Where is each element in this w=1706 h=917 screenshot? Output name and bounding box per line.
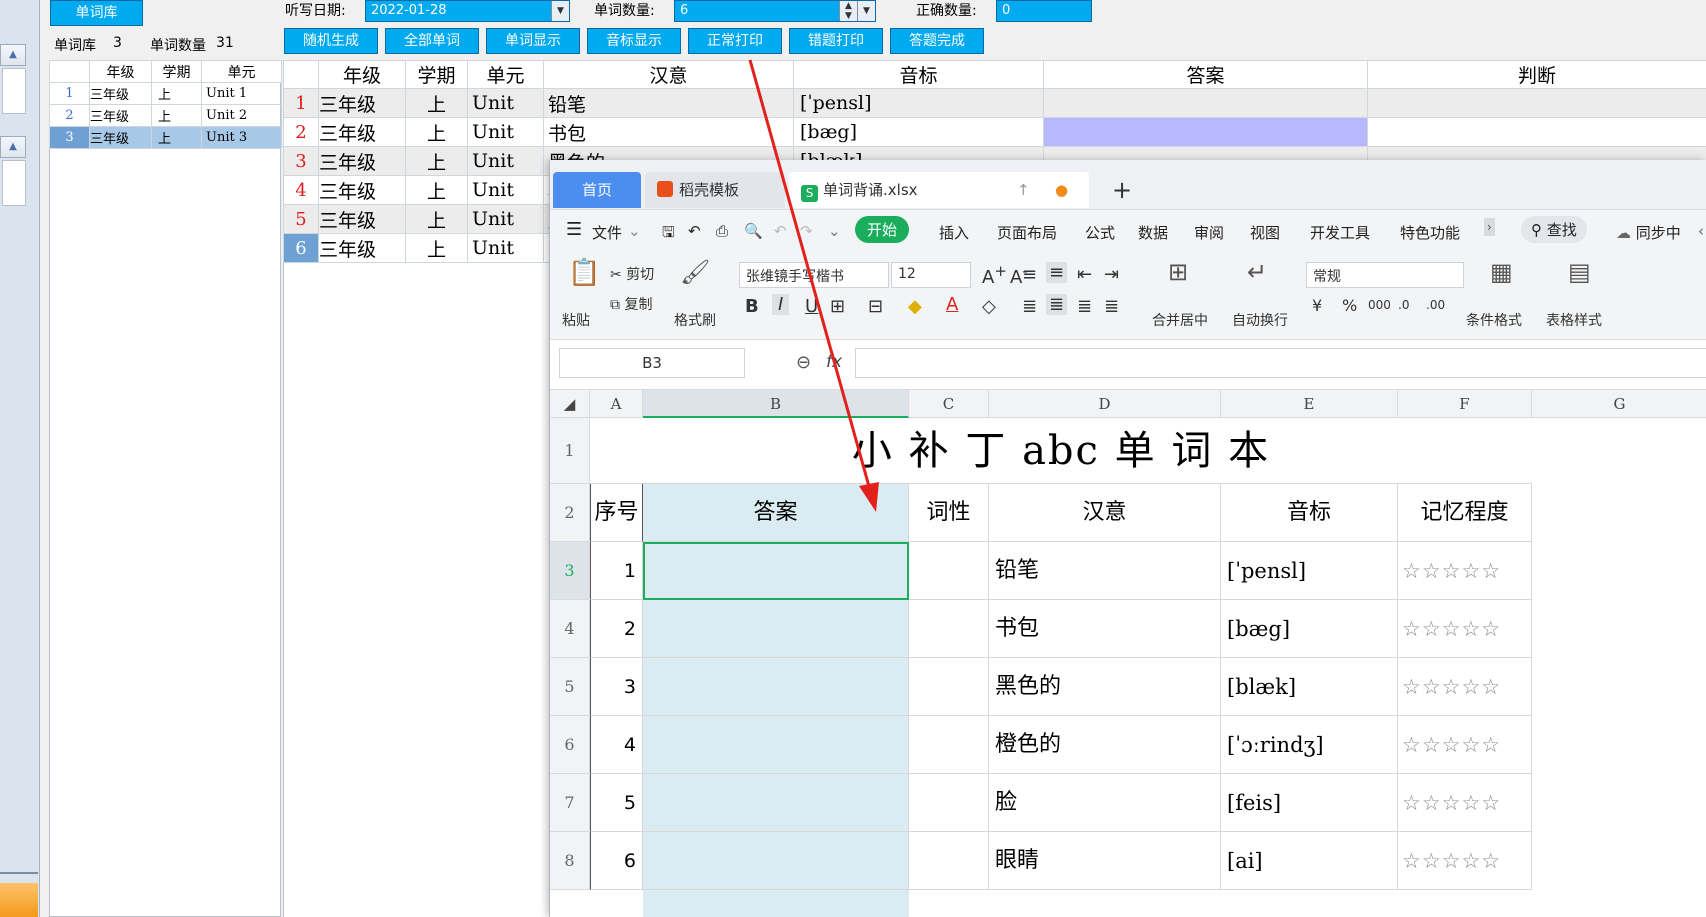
arrow-head-icon <box>859 482 879 512</box>
arrow-line <box>748 59 872 491</box>
app-root: ▲ ▲ 单词库 听写日期: 2022-01-28 ▼ 单词数量: 6 ▲ ▼ ▼ … <box>0 0 1706 917</box>
annotation-arrow <box>748 59 879 512</box>
